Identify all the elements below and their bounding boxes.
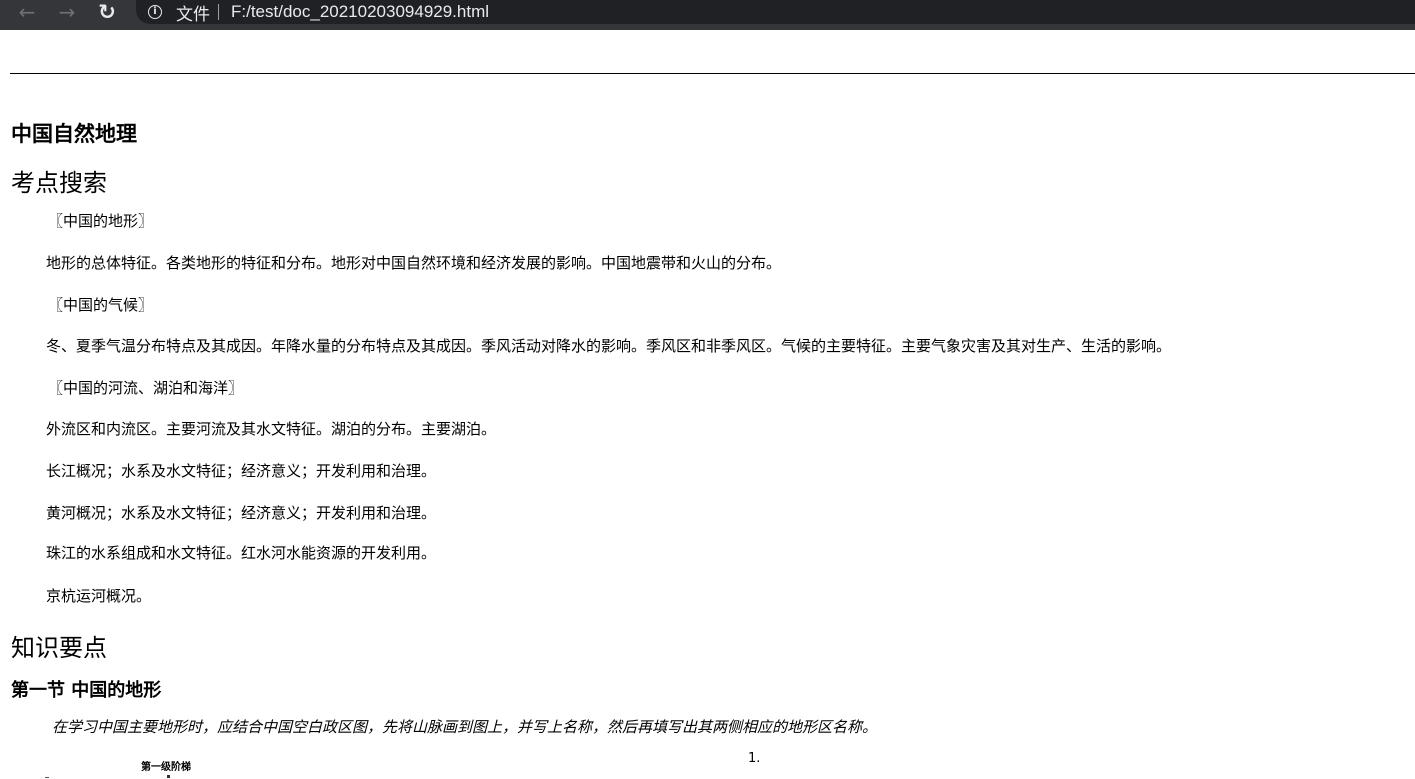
info-icon[interactable]: i <box>148 5 162 19</box>
paragraph-climate: 冬、夏季气温分布特点及其成因。年降水量的分布特点及其成因。季风活动对降水的影响。… <box>46 337 1172 355</box>
page-number: 1. <box>748 751 761 766</box>
scheme-label: 文件 <box>176 4 210 25</box>
figure-line <box>45 777 49 778</box>
url-text[interactable]: F:/test/doc_20210203094929.html <box>231 2 489 22</box>
topic-climate: 〖中国的气候〗 <box>48 296 154 314</box>
paragraph-landform: 地形的总体特征。各类地形的特征和分布。地形对中国自然环境和经济发展的影响。中国地… <box>46 254 782 272</box>
topic-landform: 〖中国的地形〗 <box>48 212 154 230</box>
horizontal-rule <box>10 73 1415 74</box>
document-title: 中国自然地理 <box>11 121 137 146</box>
back-arrow-icon[interactable]: ← <box>12 0 42 24</box>
paragraph-grand-canal: 京杭运河概况。 <box>46 587 152 605</box>
forward-arrow-icon[interactable]: → <box>52 0 82 24</box>
figure-caption: 第一级阶梯 <box>141 762 191 773</box>
paragraph-rivers: 外流区和内流区。主要河流及其水文特征。湖泊的分布。主要湖泊。 <box>46 420 497 438</box>
section-heading-search: 考点搜索 <box>11 169 107 197</box>
address-bar[interactable]: i 文件 F:/test/doc_20210203094929.html <box>136 0 1415 25</box>
paragraph-yangtze: 长江概况；水系及水文特征；经济意义；开发利用和治理。 <box>46 462 437 480</box>
address-separator <box>218 4 219 20</box>
paragraph-pearl-river: 珠江的水系组成和水文特征。红水河水能资源的开发利用。 <box>46 544 437 562</box>
subsection-heading-landform: 第一节 中国的地形 <box>11 680 162 701</box>
paragraph-yellow-river: 黄河概况；水系及水文特征；经济意义；开发利用和治理。 <box>46 504 437 522</box>
study-note: 在学习中国主要地形时，应结合中国空白政区图，先将山脉画到图上，并写上名称，然后再… <box>52 718 878 736</box>
browser-toolbar: ← → ↻ i 文件 F:/test/doc_20210203094929.ht… <box>0 0 1415 30</box>
reload-icon[interactable]: ↻ <box>92 0 122 24</box>
section-heading-knowledge: 知识要点 <box>11 634 107 662</box>
topic-rivers: 〖中国的河流、湖泊和海洋〗 <box>48 379 244 397</box>
figure-dot <box>167 775 170 778</box>
